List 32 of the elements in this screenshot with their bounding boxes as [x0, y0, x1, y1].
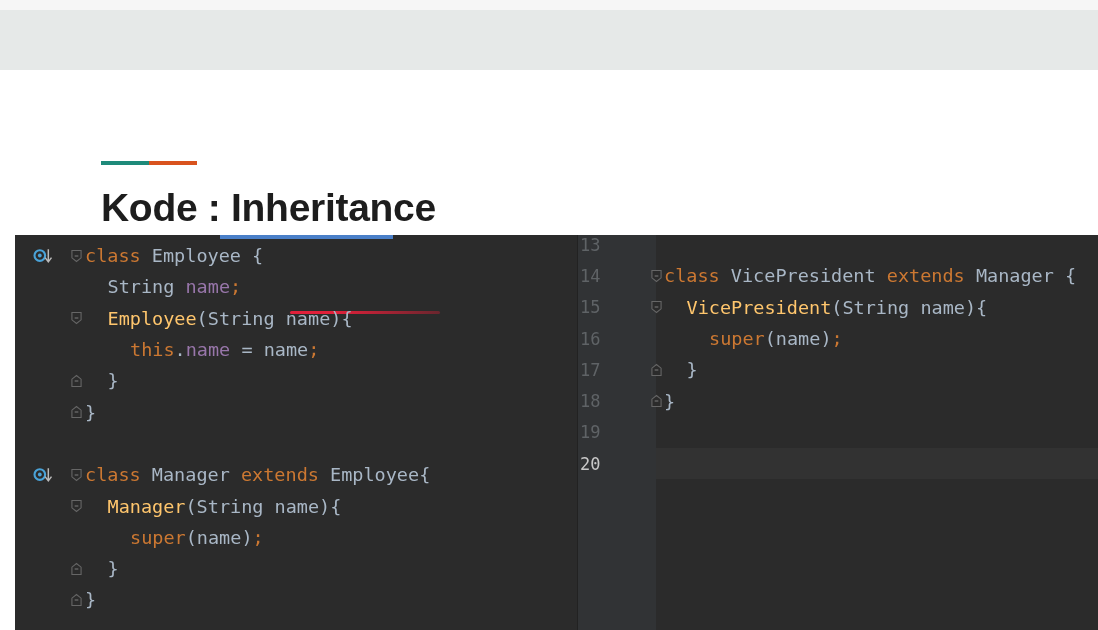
fold-marker-icon[interactable] — [650, 300, 662, 315]
fold-marker-icon[interactable] — [70, 248, 82, 263]
fold-marker-icon[interactable] — [650, 394, 662, 409]
code-line: } — [107, 370, 119, 392]
fold-marker-icon[interactable] — [70, 373, 82, 388]
code-line: } — [107, 558, 119, 580]
code-line: class Employee { — [85, 245, 264, 267]
code-line: Manager(String name){ — [107, 495, 342, 517]
code-line: Employee(String name){ — [107, 307, 353, 329]
fold-marker-icon[interactable] — [70, 405, 82, 420]
code-line: VicePresident(String name){ — [686, 296, 988, 318]
slide-title: Kode : Inheritance — [101, 187, 436, 230]
override-icon[interactable] — [33, 466, 53, 484]
fold-marker-icon[interactable] — [70, 311, 82, 326]
fold-marker-icon[interactable] — [70, 467, 82, 482]
code-line: } — [686, 359, 698, 381]
line-number: 20 — [580, 453, 601, 474]
fold-marker-icon[interactable] — [70, 499, 82, 513]
fold-marker-icon[interactable] — [650, 362, 662, 377]
code-line: super(name); — [709, 328, 843, 350]
code-line: class VicePresident extends Manager { — [664, 265, 1077, 287]
code-line: class Manager extends Employee{ — [85, 464, 431, 486]
override-icon[interactable] — [33, 247, 53, 265]
code-line: } — [85, 589, 97, 611]
code-line: String name; — [107, 276, 242, 298]
fold-marker-icon[interactable] — [70, 561, 82, 576]
fold-marker-icon[interactable] — [70, 592, 82, 607]
code-line: } — [85, 401, 97, 423]
code-line: super(name); — [130, 526, 264, 548]
fold-marker-icon[interactable] — [650, 268, 662, 283]
code-line: } — [664, 390, 676, 412]
code-line: this.name = name; — [130, 339, 320, 361]
